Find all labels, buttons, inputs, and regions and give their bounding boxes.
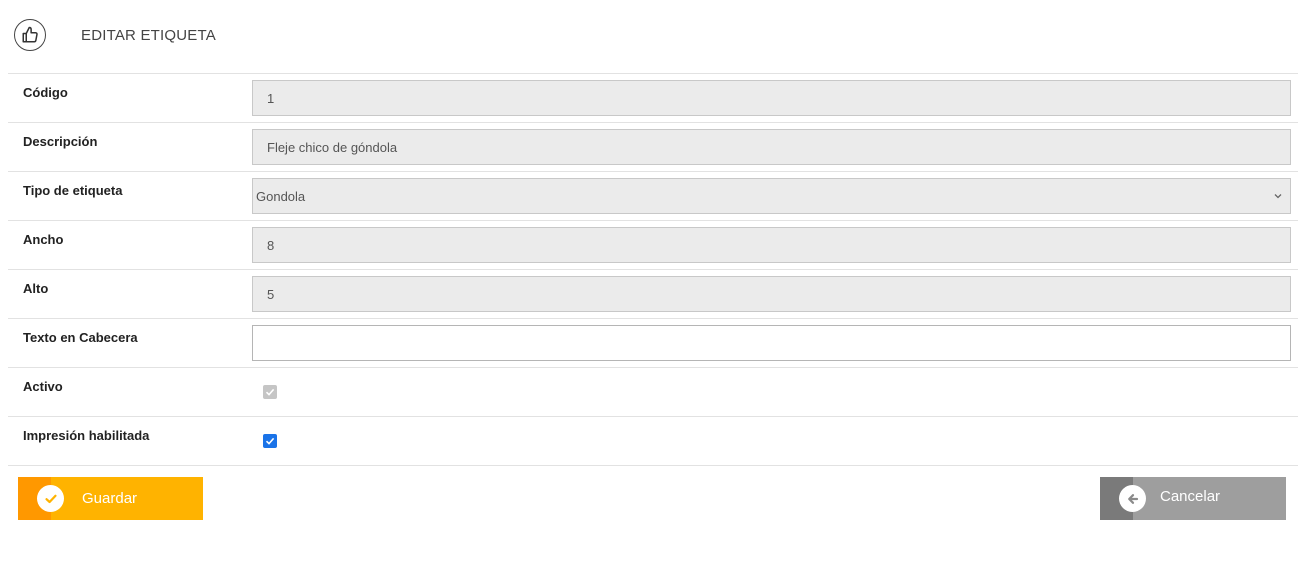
form-row-ancho: Ancho <box>8 220 1298 269</box>
check-icon <box>265 388 275 396</box>
descripcion-label: Descripción <box>23 134 98 149</box>
thumbs-up-icon <box>14 19 46 51</box>
form-row-tipo: Tipo de etiqueta Gondola <box>8 171 1298 220</box>
edit-label-form: Código Descripción Tipo de etiqueta Gond… <box>8 73 1298 466</box>
check-circle-icon <box>37 485 64 512</box>
alto-field[interactable] <box>252 276 1291 312</box>
check-icon <box>265 437 275 445</box>
tipo-label: Tipo de etiqueta <box>23 183 123 198</box>
form-row-codigo: Código <box>8 73 1298 122</box>
descripcion-field[interactable] <box>252 129 1291 165</box>
impresion-checkbox[interactable] <box>263 434 277 448</box>
form-row-activo: Activo <box>8 367 1298 416</box>
tipo-select[interactable]: Gondola <box>252 178 1291 214</box>
form-row-impresion: Impresión habilitada <box>8 416 1298 466</box>
impresion-label: Impresión habilitada <box>23 428 150 443</box>
codigo-label: Código <box>23 85 68 100</box>
ancho-field[interactable] <box>252 227 1291 263</box>
codigo-field[interactable] <box>252 80 1291 116</box>
cancel-button[interactable]: Cancelar <box>1100 477 1286 520</box>
activo-checkbox[interactable] <box>263 385 277 399</box>
ancho-label: Ancho <box>23 232 64 247</box>
page-title: EDITAR ETIQUETA <box>81 27 216 44</box>
chevron-down-icon <box>1274 194 1282 199</box>
texto-cabecera-field[interactable] <box>252 325 1291 361</box>
form-row-texto-cabecera: Texto en Cabecera <box>8 318 1298 367</box>
activo-label: Activo <box>23 379 63 394</box>
form-row-alto: Alto <box>8 269 1298 318</box>
page-header: EDITAR ETIQUETA <box>0 0 1298 72</box>
arrow-left-icon <box>1119 485 1146 512</box>
save-button-label: Guardar <box>82 490 138 507</box>
form-row-descripcion: Descripción <box>8 122 1298 171</box>
texto-cabecera-label: Texto en Cabecera <box>23 330 138 345</box>
alto-label: Alto <box>23 281 49 296</box>
cancel-button-label: Cancelar <box>1160 488 1221 505</box>
save-button[interactable]: Guardar <box>18 477 203 520</box>
tipo-selected-value: Gondola <box>256 188 306 204</box>
